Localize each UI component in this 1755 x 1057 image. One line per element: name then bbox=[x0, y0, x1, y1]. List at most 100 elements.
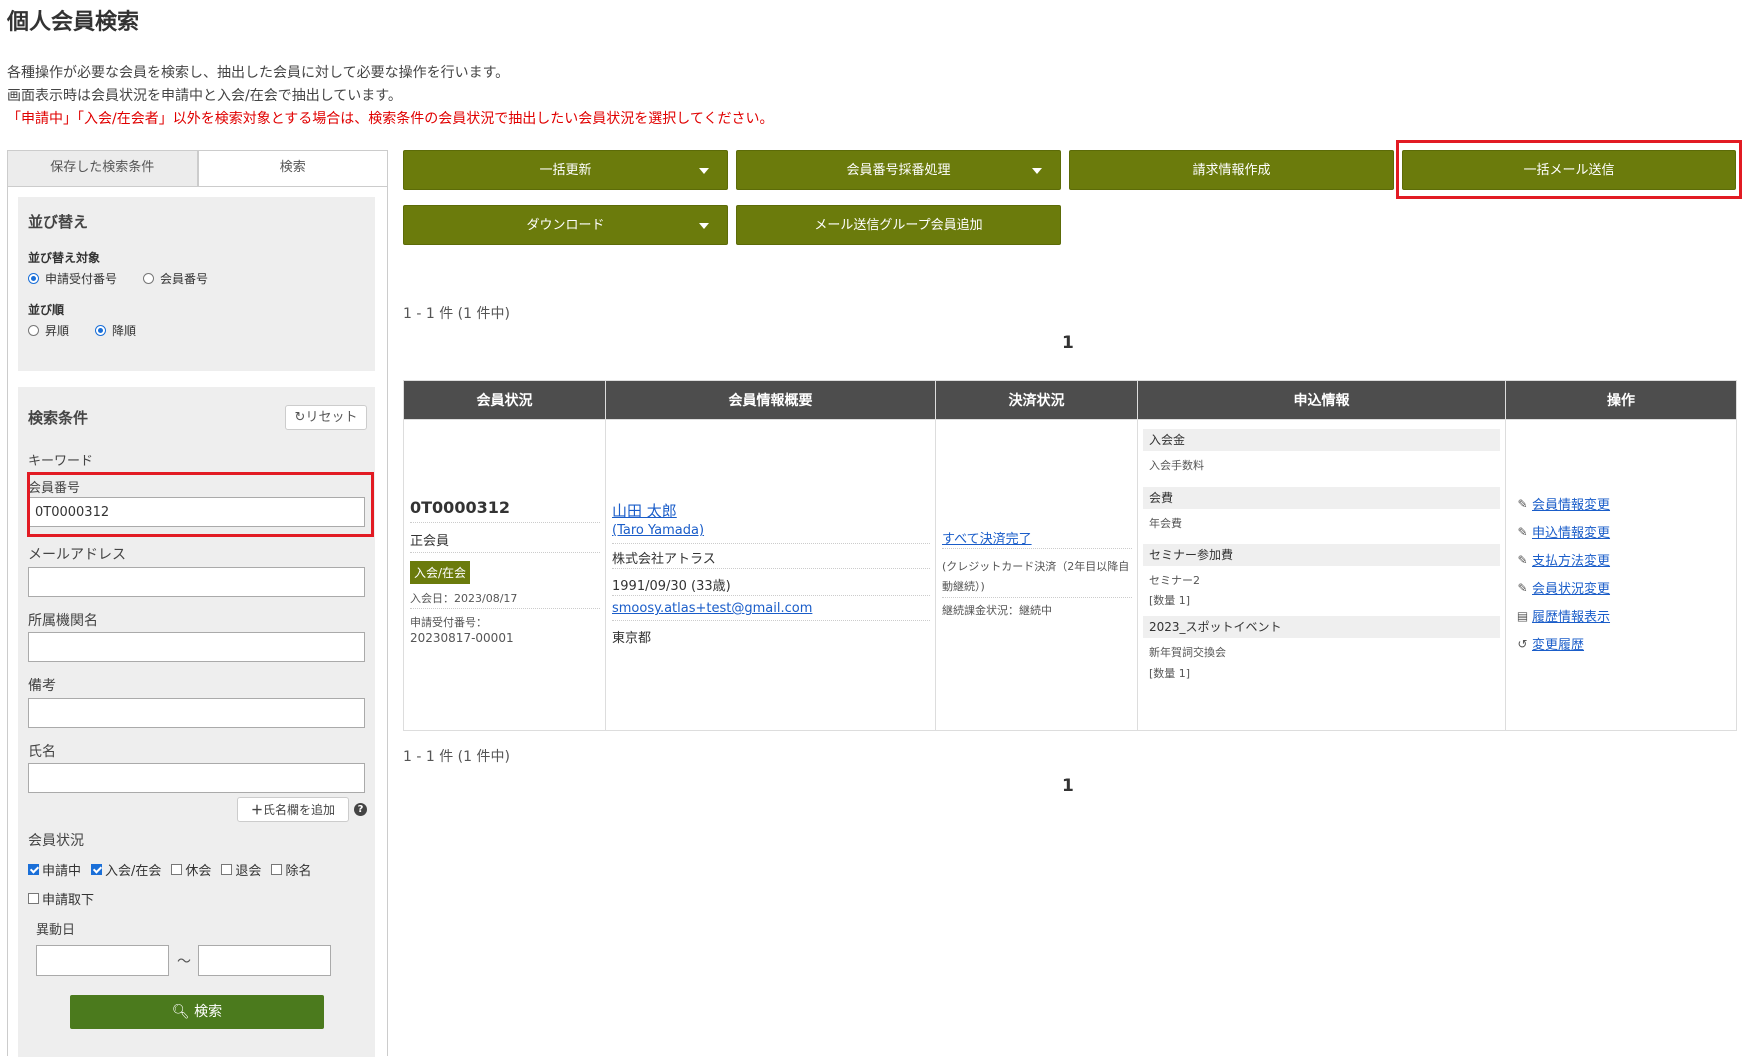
reset-button-label: リセット bbox=[305, 410, 358, 425]
bulk-update-button[interactable]: 一括更新 bbox=[403, 150, 728, 190]
reset-icon: ↻ bbox=[294, 410, 306, 425]
cell-member-summary: 山田 太郎 (Taro Yamada) 株式会社アトラス 1991/09/30 … bbox=[605, 419, 936, 731]
search-button[interactable]: 🔍︎ 検索 bbox=[70, 995, 324, 1029]
add-name-field-label: 氏名欄を追加 bbox=[263, 803, 336, 817]
page-title: 個人会員検索 bbox=[7, 10, 140, 35]
description-warning: 「申請中」「入会/在会者」以外を検索対象とする場合は、検索条件の会員状況で抽出し… bbox=[7, 111, 774, 127]
member-number: 0T0000312 bbox=[410, 498, 510, 517]
op-change-member-status[interactable]: ✎ 会員状況変更 bbox=[1516, 578, 1610, 598]
header-operations: 操作 bbox=[1505, 380, 1737, 420]
status-badge: 入会/在会 bbox=[410, 561, 471, 584]
invoice-create-button[interactable]: 請求情報作成 bbox=[1069, 150, 1394, 190]
keyword-label: キーワード bbox=[28, 454, 94, 469]
pencil-icon: ✎ bbox=[1517, 524, 1528, 539]
document-icon: ▤ bbox=[1516, 608, 1529, 623]
description-line-2: 画面表示時は会員状況を申請中と入会/在会で抽出しています。 bbox=[7, 88, 402, 104]
payment-status-link[interactable]: すべて決済完了 bbox=[942, 528, 1032, 547]
application-no-label: 申請受付番号： bbox=[410, 616, 487, 629]
email-link[interactable]: smoosy.atlas+test@gmail.com bbox=[612, 601, 812, 616]
op-change-payment-method[interactable]: ✎ 支払方法変更 bbox=[1516, 550, 1610, 570]
sort-target-radio-app-no[interactable] bbox=[28, 273, 39, 284]
member-no-input[interactable] bbox=[28, 497, 365, 527]
help-icon[interactable]: ? bbox=[354, 803, 367, 816]
cell-payment-status: すべて決済完了 (クレジットカード決済（2年目以降自 動継続）) 継続課金状況：… bbox=[935, 419, 1138, 731]
chevron-down-icon bbox=[1032, 168, 1042, 174]
download-button[interactable]: ダウンロード bbox=[403, 205, 728, 245]
payment-method-line-1: (クレジットカード決済（2年目以降自 bbox=[942, 560, 1130, 573]
member-type: 正会員 bbox=[410, 534, 450, 549]
search-icon: 🔍︎ bbox=[171, 1004, 190, 1020]
tab-saved-conditions[interactable]: 保存した検索条件 bbox=[7, 150, 198, 187]
org-input[interactable] bbox=[28, 632, 365, 662]
email-label: メールアドレス bbox=[28, 547, 126, 563]
sort-target-label-app-no: 申請受付番号 bbox=[45, 272, 118, 286]
sort-section: 並び替え 並び替え対象 申請受付番号 会員番号 並び順 昇順 降順 bbox=[18, 197, 375, 371]
member-status-checkboxes: 申請中 入会/在会 休会 退会 除名 bbox=[28, 860, 321, 879]
application-item-quantity: [数量 1] bbox=[1149, 594, 1191, 607]
table-row: 0T0000312 正会員 入会/在会 入会日：2023/08/17 申請受付番… bbox=[403, 419, 1737, 731]
birth-date: 1991/09/30 (33歳) bbox=[612, 579, 731, 594]
status-checkbox-expelled[interactable]: 除名 bbox=[271, 860, 311, 879]
chevron-down-icon bbox=[699, 223, 709, 229]
change-date-to-input[interactable] bbox=[198, 945, 331, 976]
search-tabs: 保存した検索条件 検索 bbox=[7, 150, 388, 187]
search-conditions-section: 検索条件 ↻リセット キーワード 会員番号 メールアドレス 所属機関名 備考 氏… bbox=[18, 387, 375, 1057]
op-show-history-info[interactable]: ▤ 履歴情報表示 bbox=[1516, 606, 1610, 626]
search-panel: 並び替え 並び替え対象 申請受付番号 会員番号 並び順 昇順 降順 検索条件 ↻… bbox=[7, 186, 388, 1057]
member-no-assign-button[interactable]: 会員番号採番処理 bbox=[736, 150, 1061, 190]
bulk-mail-button[interactable]: 一括メール送信 bbox=[1402, 150, 1736, 190]
payment-method-line-2: 動継続）) bbox=[942, 580, 985, 593]
application-item-sub: 入会手数料 bbox=[1149, 459, 1204, 472]
memo-input[interactable] bbox=[28, 698, 365, 728]
sort-title: 並び替え bbox=[28, 213, 89, 231]
sort-order-radio-asc[interactable] bbox=[28, 325, 39, 336]
header-member-status: 会員状況 bbox=[403, 380, 606, 420]
pencil-icon: ✎ bbox=[1517, 580, 1528, 595]
result-count-top: 1 - 1 件 (1 件中) bbox=[403, 306, 510, 322]
sort-target-radio-member-no[interactable] bbox=[143, 273, 155, 284]
application-item-sub: 新年賀詞交換会 bbox=[1149, 646, 1226, 659]
sort-target-label-member-no: 会員番号 bbox=[160, 272, 209, 286]
pencil-icon: ✎ bbox=[1517, 552, 1528, 567]
status-checkbox-applying[interactable]: 申請中 bbox=[28, 860, 81, 879]
add-name-field-button[interactable]: ＋氏名欄を追加 bbox=[237, 797, 349, 822]
cell-member-status: 0T0000312 正会員 入会/在会 入会日：2023/08/17 申請受付番… bbox=[403, 419, 606, 731]
member-no-label: 会員番号 bbox=[28, 481, 81, 496]
history-icon: ↺ bbox=[1517, 636, 1528, 651]
op-edit-member-info[interactable]: ✎ 会員情報変更 bbox=[1516, 494, 1610, 514]
page-number-top[interactable]: 1 bbox=[1062, 333, 1074, 353]
cell-application-info: 入会金 入会手数料 会費 年会費 セミナー参加費 セミナー2 [数量 1] 20… bbox=[1137, 419, 1506, 731]
mail-group-add-button[interactable]: メール送信グループ会員追加 bbox=[736, 205, 1061, 245]
op-change-history[interactable]: ↺ 変更履歴 bbox=[1516, 634, 1584, 654]
email-input[interactable] bbox=[28, 567, 365, 597]
op-edit-application-info[interactable]: ✎ 申込情報変更 bbox=[1516, 522, 1610, 542]
sort-order-label: 並び順 bbox=[28, 303, 65, 317]
sort-order-options: 昇順 降順 bbox=[28, 322, 136, 339]
status-checkbox-cancelled[interactable]: 申請取下 bbox=[28, 889, 94, 908]
sort-order-radio-desc[interactable] bbox=[95, 325, 107, 336]
name-label: 氏名 bbox=[28, 744, 56, 760]
application-item-head: 2023_スポットイベント bbox=[1143, 616, 1500, 638]
sort-target-label: 並び替え対象 bbox=[28, 251, 101, 265]
name-input[interactable] bbox=[28, 763, 365, 793]
application-item-sub: 年会費 bbox=[1149, 517, 1182, 530]
tab-search[interactable]: 検索 bbox=[197, 150, 388, 187]
page-number-bottom[interactable]: 1 bbox=[1062, 776, 1074, 796]
member-name-en-link[interactable]: (Taro Yamada) bbox=[612, 523, 704, 538]
change-date-from-input[interactable] bbox=[36, 945, 169, 976]
application-no: 20230817-00001 bbox=[410, 631, 514, 645]
chevron-down-icon bbox=[699, 168, 709, 174]
member-name-link[interactable]: 山田 太郎 bbox=[612, 500, 677, 521]
status-checkbox-active[interactable]: 入会/在会 bbox=[91, 860, 161, 879]
pencil-icon: ✎ bbox=[1517, 496, 1528, 511]
search-button-label: 検索 bbox=[194, 1004, 223, 1020]
page-description: 各種操作が必要な会員を検索し、抽出した会員に対して必要な操作を行います。 画面表… bbox=[7, 62, 773, 131]
change-date-label: 異動日 bbox=[36, 923, 76, 938]
continuing-billing-status: 継続課金状況：継続中 bbox=[942, 604, 1052, 617]
status-checkbox-suspended[interactable]: 休会 bbox=[171, 860, 211, 879]
plus-icon: ＋ bbox=[250, 803, 263, 817]
join-date: 入会日：2023/08/17 bbox=[410, 592, 518, 605]
org-label: 所属機関名 bbox=[28, 613, 98, 629]
reset-button[interactable]: ↻リセット bbox=[285, 405, 367, 430]
status-checkbox-withdrawn[interactable]: 退会 bbox=[221, 860, 261, 879]
